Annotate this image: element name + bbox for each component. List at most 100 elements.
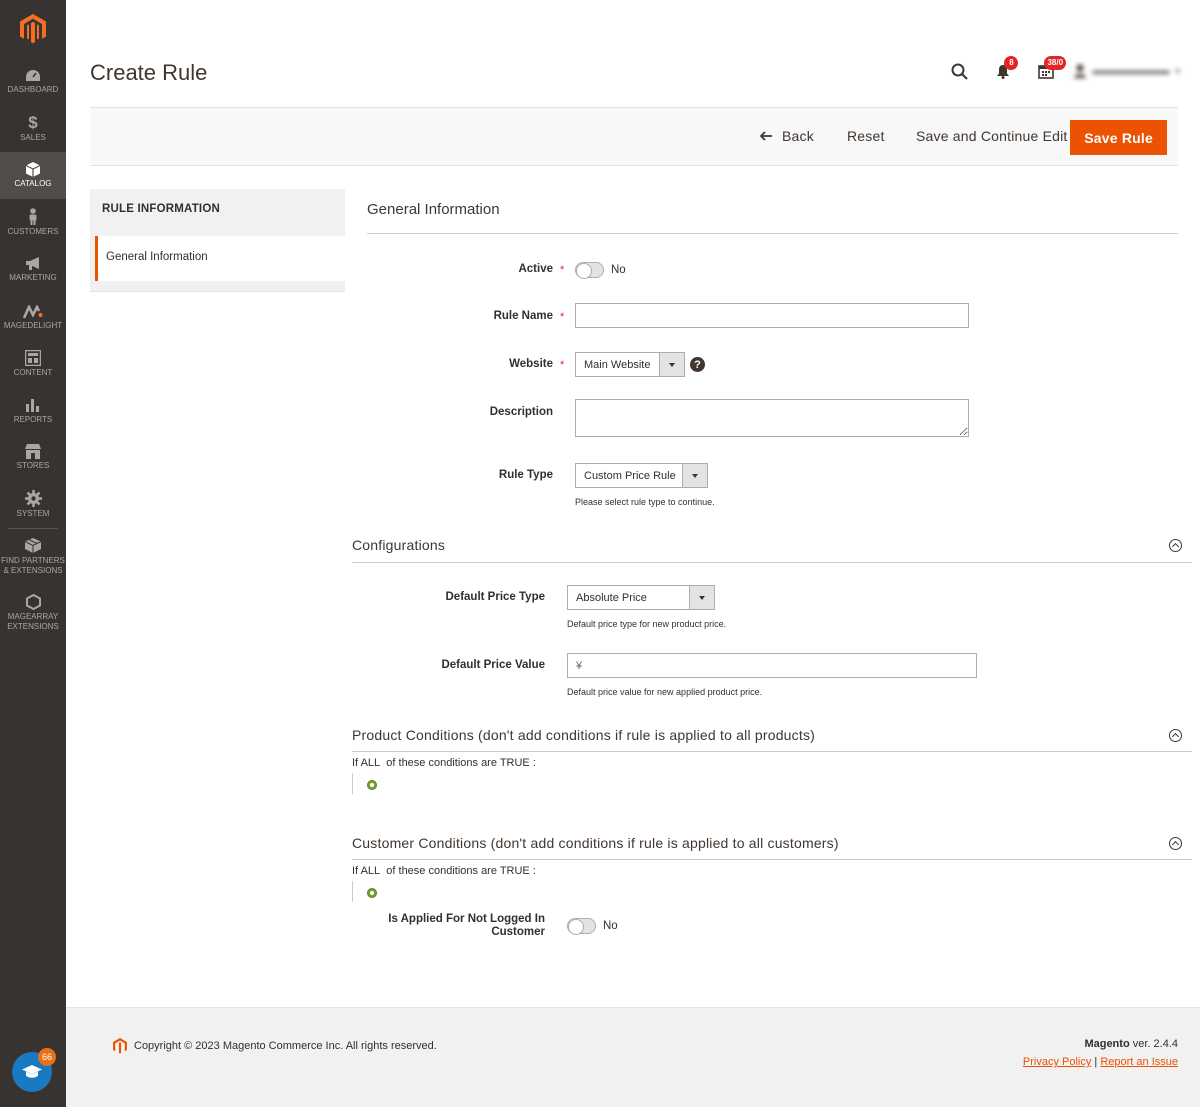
default-price-type-label: Default Price Type [445, 591, 546, 603]
notifications-count: 8 [1004, 55, 1019, 70]
cond-colon: : [532, 865, 536, 877]
megaphone-icon [25, 256, 39, 270]
aggregator-select[interactable]: ALL [361, 757, 381, 769]
admin-user-menu[interactable]: ▬▬▬▬▬▬▬ ▾ [1074, 64, 1180, 78]
section-divider [367, 233, 1178, 234]
reset-button[interactable]: Reset [847, 128, 885, 144]
store-icon [25, 444, 41, 459]
nav-divider [8, 528, 58, 529]
required-marker: * [560, 311, 565, 323]
active-toggle[interactable] [575, 262, 604, 279]
cond-if: If [352, 757, 359, 769]
graduation-cap-icon [22, 1065, 42, 1078]
help-count-badge: 66 [38, 1048, 56, 1066]
cond-colon: : [532, 757, 536, 769]
rule-information-tabs: RULE INFORMATION General Information [90, 189, 345, 292]
magento-logo[interactable] [0, 0, 66, 58]
magedelight-icon [23, 305, 43, 319]
dollar-icon: $ [28, 112, 38, 132]
nav-label: CUSTOMERS [7, 227, 59, 236]
nav-reports[interactable]: REPORTS [0, 387, 66, 434]
nav-magearray[interactable]: MAGEARRAY EXTENSIONS [0, 588, 66, 638]
nav-dashboard[interactable]: DASHBOARD [0, 58, 66, 105]
add-condition-icon[interactable] [367, 888, 377, 898]
aggregator-select[interactable]: ALL [361, 865, 381, 877]
tab-label: General Information [106, 251, 208, 263]
nav-system[interactable]: SYSTEM [0, 481, 66, 528]
collapse-up-icon[interactable] [1169, 837, 1182, 850]
nav-content[interactable]: CONTENT [0, 340, 66, 387]
privacy-policy-link[interactable]: Privacy Policy [1023, 1056, 1091, 1068]
tab-general-information[interactable]: General Information [95, 236, 345, 281]
notifications-button[interactable]: 8 [996, 55, 1019, 79]
nav-marketing[interactable]: MARKETING [0, 246, 66, 293]
not-logged-in-label-line1: Is Applied For Not Logged In [388, 913, 545, 925]
back-button[interactable]: Back [760, 128, 814, 144]
website-label: Website [509, 358, 553, 370]
value-select[interactable]: TRUE [500, 757, 530, 769]
cond-middle: of these conditions are [386, 757, 497, 769]
customer-conditions-title[interactable]: Customer Conditions (don't add condition… [352, 835, 839, 851]
description-textarea[interactable] [575, 399, 969, 437]
nav-label: SYSTEM [16, 509, 50, 518]
value-select[interactable]: TRUE [500, 865, 530, 877]
nav-catalog[interactable]: CATALOG [0, 152, 66, 199]
add-condition-icon[interactable] [367, 780, 377, 790]
default-price-type-select[interactable]: Absolute Price [567, 585, 715, 610]
section-divider [352, 562, 1192, 563]
configurations-title[interactable]: Configurations [352, 537, 445, 553]
rule-type-select[interactable]: Custom Price Rule [575, 463, 708, 488]
nav-customers[interactable]: CUSTOMERS [0, 199, 66, 246]
person-icon [29, 208, 37, 225]
nav-find-partners[interactable]: FIND PARTNERS & EXTENSIONS [0, 532, 66, 582]
report-issue-link[interactable]: Report an Issue [1100, 1056, 1178, 1068]
product-conditions-title[interactable]: Product Conditions (don't add conditions… [352, 727, 815, 743]
cube-icon [26, 162, 40, 177]
bar-chart-icon [26, 398, 39, 412]
default-price-value-input[interactable] [567, 653, 977, 678]
not-logged-in-toggle-value: No [603, 920, 618, 932]
system-messages-button[interactable]: 38/0 [1038, 55, 1067, 79]
page-actions-toolbar: Back Reset Save and Continue Edit Save R… [90, 107, 1178, 166]
magento-logo-small [113, 1038, 127, 1054]
global-search-button[interactable] [951, 63, 969, 80]
magento-brand: Magento [1084, 1038, 1130, 1050]
copyright-text: Copyright © 2023 Magento Commerce Inc. A… [134, 1040, 437, 1052]
not-logged-in-toggle[interactable] [567, 918, 596, 935]
nav-label: MAGEDELIGHT [3, 321, 63, 330]
page-footer: Copyright © 2023 Magento Commerce Inc. A… [66, 1007, 1200, 1107]
nav-label: SALES [20, 132, 46, 142]
rule-name-input[interactable] [575, 303, 969, 328]
rule-type-label: Rule Type [498, 469, 553, 481]
nav-label: MAGEARRAY EXTENSIONS [7, 612, 59, 631]
search-icon [951, 63, 969, 80]
boxes-icon [24, 538, 42, 553]
nav-sales[interactable]: $ SALES [0, 105, 66, 152]
description-label: Description [489, 406, 553, 418]
nav-label: FIND PARTNERS & EXTENSIONS [1, 556, 65, 575]
nav-magedelight[interactable]: MAGEDELIGHT [0, 293, 66, 343]
nav-stores[interactable]: STORES [0, 434, 66, 481]
nav-label: MARKETING [9, 272, 57, 282]
nav-label: CATALOG [14, 179, 52, 188]
question-mark-icon[interactable]: ? [690, 357, 705, 372]
nav-label: CONTENT [13, 367, 53, 377]
cond-if: If [352, 865, 359, 877]
collapse-up-icon[interactable] [1169, 729, 1182, 742]
rule-name-label: Rule Name [493, 310, 553, 322]
save-rule-button[interactable]: Save Rule [1070, 120, 1167, 155]
website-select-value: Main Website [584, 359, 651, 371]
not-logged-in-label: Is Applied For Not Logged In Customer [380, 913, 545, 939]
customer-conditions-statement: If ALL of these conditions are TRUE : [352, 865, 536, 877]
help-assistant-button[interactable]: 66 [12, 1048, 56, 1092]
copyright: Copyright © 2023 Magento Commerce Inc. A… [113, 1038, 437, 1054]
magento-version: Magento ver. 2.4.4 [1084, 1038, 1178, 1050]
website-select[interactable]: Main Website [575, 352, 685, 377]
version-text: ver. 2.4.4 [1132, 1038, 1178, 1050]
save-and-continue-button[interactable]: Save and Continue Edit [916, 128, 1068, 144]
default-price-value-label: Default Price Value [441, 659, 545, 671]
arrow-left-icon [760, 131, 772, 141]
user-icon [1074, 64, 1087, 78]
required-marker: * [560, 264, 565, 276]
collapse-up-icon[interactable] [1169, 539, 1182, 552]
